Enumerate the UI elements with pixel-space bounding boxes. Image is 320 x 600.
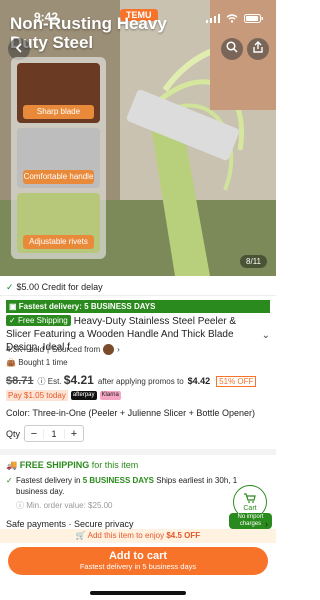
delivery-prefix: Fastest delivery in (16, 476, 81, 485)
chevron-left-icon (14, 40, 24, 58)
sold-count: 4.3K+ sold (6, 345, 45, 354)
check-icon: ✓ (9, 316, 18, 325)
search-button[interactable] (221, 38, 243, 60)
store-avatar (103, 344, 115, 355)
quantity-value[interactable]: 1 (43, 428, 66, 439)
free-shipping-heading: FREE SHIPPING (19, 460, 90, 470)
fastest-delivery-banner: ▣ Fastest delivery: 5 BUSINESS DAYS (6, 300, 270, 313)
search-icon (226, 40, 238, 58)
sold-row[interactable]: 4.3K+ sold | Sourced from › (6, 344, 120, 355)
share-icon (252, 40, 264, 58)
safe-payments[interactable]: Safe payments · Secure privacy (6, 519, 134, 529)
product-image-gallery[interactable]: 9:42 TEMU Non-Rusting Heavy Duty Steel S… (0, 0, 276, 276)
bought-count: 👜 Bought 1 time (6, 358, 68, 367)
decrement-button[interactable]: − (25, 428, 43, 440)
fastest-delivery-text: Fastest delivery: 5 BUSINESS DAYS (18, 302, 156, 311)
add-to-cart-button[interactable]: Add to cart Fastest delivery in 5 busine… (8, 547, 268, 575)
cart-icon: 🛒 (75, 531, 86, 540)
min-order: ⓘ Min. order value: $25.00 (16, 501, 113, 510)
cart-icon (244, 492, 256, 505)
quantity-row: Qty − 1 + (6, 425, 85, 442)
info-icon: ⓘ (37, 377, 48, 386)
section-divider (0, 449, 276, 455)
chevron-right-icon[interactable]: › (265, 519, 268, 529)
delay-credit: ✓ $5.00 Credit for delay (0, 278, 276, 296)
feature-callouts: Sharp blade Comfortable handle Adjustabl… (11, 57, 106, 259)
signal-icon (206, 10, 220, 28)
cart-label: Cart (243, 504, 257, 512)
klarna-badge: Klarna (99, 391, 121, 400)
quantity-label: Qty (6, 428, 21, 439)
promo-banner: 🛒 Add this item to enjoy $4.5 OFF (0, 529, 276, 543)
safe-payments-text: Safe payments · Secure privacy (6, 519, 134, 529)
bought-text: Bought 1 time (18, 358, 68, 367)
afterpay-badge: afterpay (70, 391, 97, 400)
pay-today: Pay $1.05 today (6, 390, 68, 401)
feature-adjustable-rivets: Adjustable rivets (17, 193, 100, 253)
image-pager: 8/11 (240, 255, 267, 268)
chevron-down-icon[interactable]: ⌄ (262, 330, 270, 341)
free-shipping-title: 🚚 FREE SHIPPING for this item (6, 460, 238, 471)
min-order-text: Min. order value: $25.00 (26, 501, 113, 510)
promo-prefix: Add this item to enjoy (87, 531, 165, 540)
home-indicator[interactable] (90, 591, 186, 595)
free-shipping-label: Free Shipping (17, 316, 68, 325)
sourced-from: Sourced from (52, 345, 101, 354)
feature-comfortable-handle: Comfortable handle (17, 128, 100, 188)
price-row: $8.71 ⓘ Est. $4.21 after applying promos… (6, 373, 270, 387)
hero-title: Non-Rusting Heavy Duty Steel (10, 14, 167, 52)
feature-sharp-blade: Sharp blade (17, 63, 100, 123)
wifi-icon (226, 10, 238, 28)
installment-row[interactable]: Pay $1.05 today afterpay Klarna (6, 390, 121, 401)
shipping-info[interactable]: 🚚 FREE SHIPPING for this item Fastest de… (6, 460, 238, 511)
estimated-price: ⓘ Est. $4.21 (38, 373, 94, 387)
share-button[interactable] (247, 38, 269, 60)
feature-label: Adjustable rivets (23, 235, 94, 249)
quantity-stepper: − 1 + (24, 425, 85, 442)
est-label: Est. (47, 377, 62, 386)
add-to-cart-label: Add to cart (108, 550, 168, 562)
increment-button[interactable]: + (65, 428, 83, 440)
truck-icon: 🚚 (6, 460, 18, 470)
est-price: $4.21 (63, 373, 94, 387)
original-price: $8.71 (6, 375, 34, 387)
delivery-highlight: 5 BUSINESS DAYS (82, 476, 154, 485)
feature-label: Comfortable handle (23, 170, 94, 184)
promo-highlight: $4.5 OFF (166, 531, 201, 540)
free-shipping-suffix: for this item (91, 460, 139, 470)
check-icon: ✓ (6, 282, 14, 292)
add-to-cart-sub: Fastest delivery in 5 business days (79, 562, 197, 571)
free-shipping-badge: ✓ Free Shipping (6, 315, 71, 326)
promo-total: $4.42 (187, 376, 211, 386)
delivery-line: Fastest delivery in 5 BUSINESS DAYS Ship… (6, 475, 238, 497)
delay-credit-text: $5.00 Credit for delay (16, 282, 103, 292)
truck-icon: ▣ (9, 302, 19, 311)
after-promo-text: after applying promos to (97, 377, 184, 386)
variant-selection[interactable]: Color: Three-in-One (Peeler + Julienne S… (6, 408, 270, 418)
status-icons (206, 10, 264, 28)
chevron-right-icon: › (117, 345, 120, 354)
battery-icon (244, 10, 264, 28)
discount-badge: 51% OFF (216, 376, 257, 387)
feature-label: Sharp blade (23, 105, 94, 119)
bag-icon: 👜 (6, 358, 16, 367)
